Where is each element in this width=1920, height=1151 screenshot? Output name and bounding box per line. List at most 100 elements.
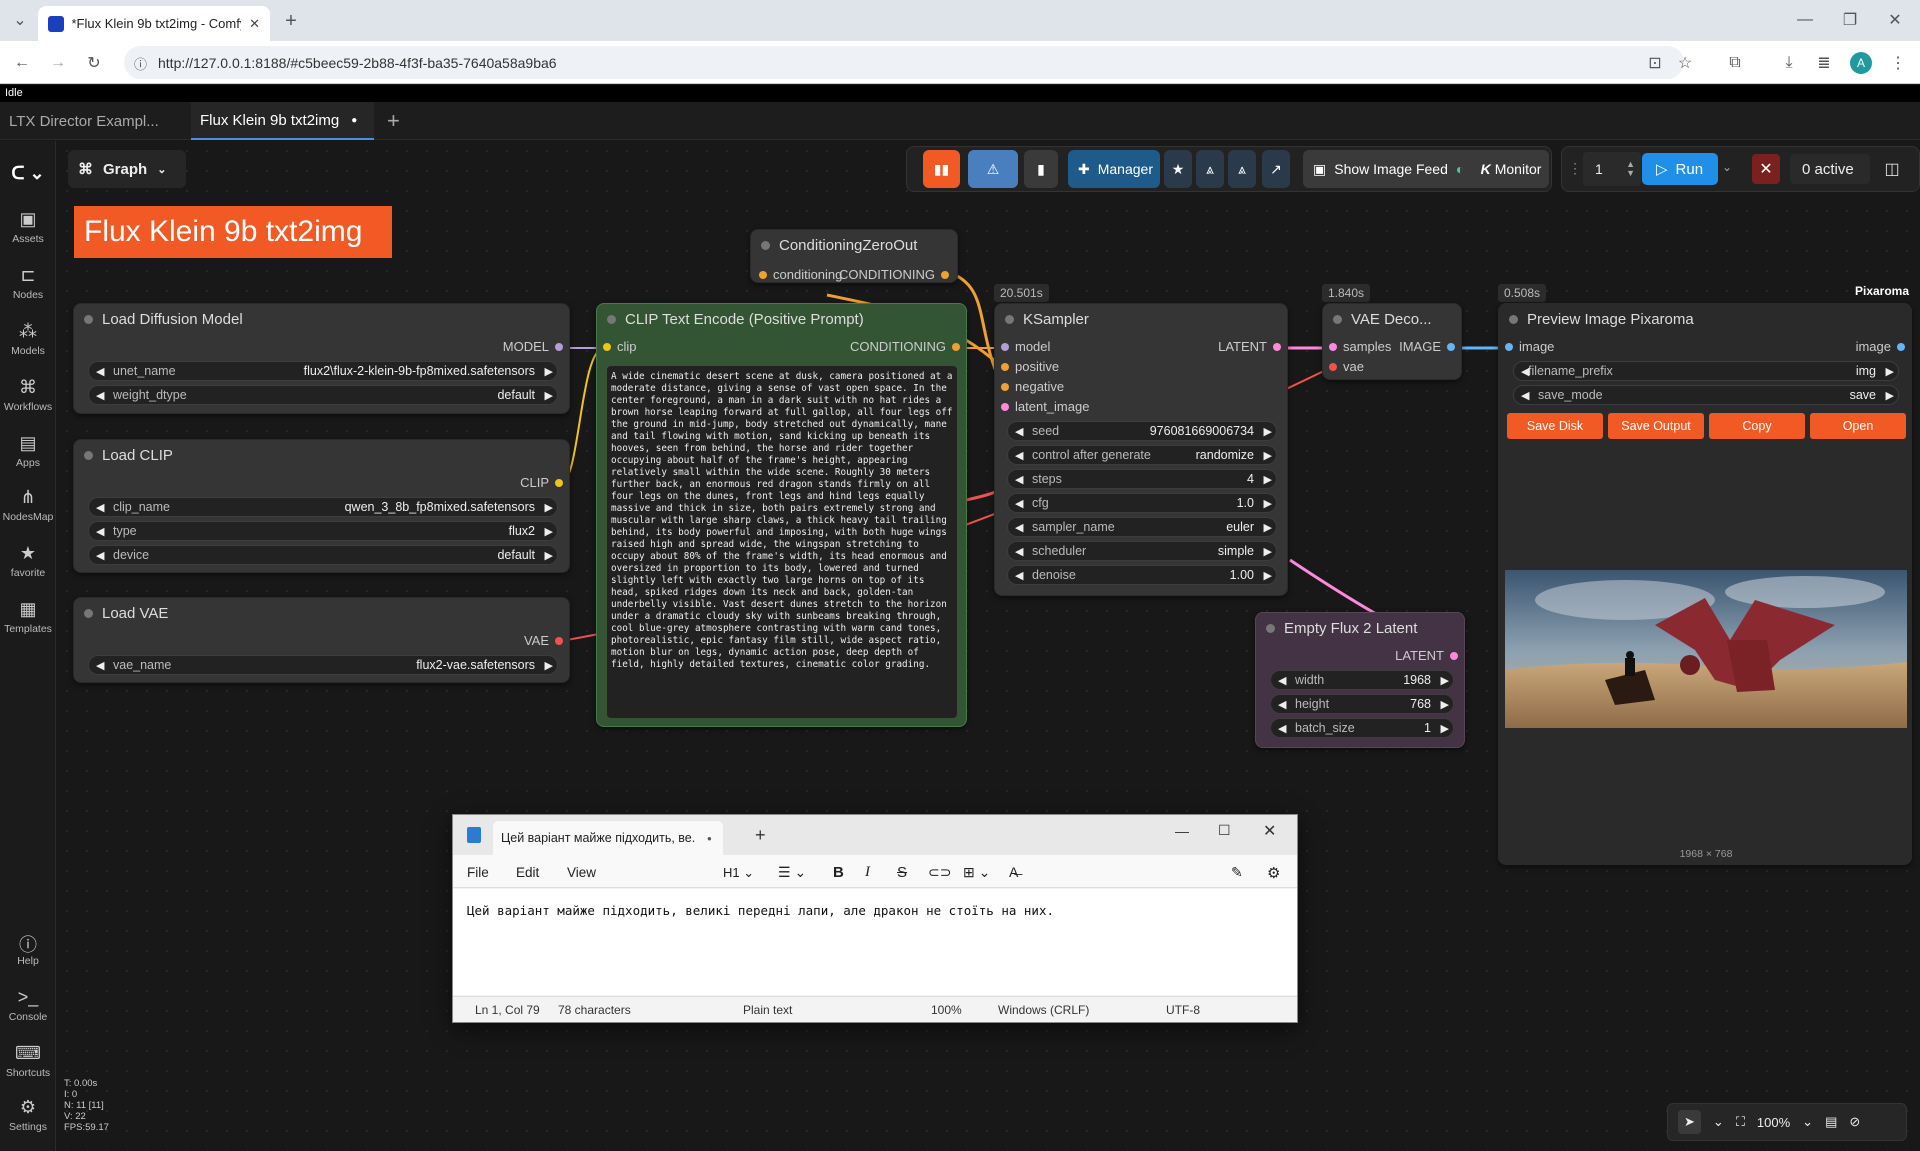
input-vae[interactable]: vae xyxy=(1329,359,1364,374)
save-output-button[interactable]: Save Output xyxy=(1608,413,1704,439)
close-icon[interactable]: ✕ xyxy=(1263,821,1276,841)
node-load-diffusion-model[interactable]: Load Diffusion Model MODEL unet_name flux… xyxy=(73,303,570,414)
widget-scheduler[interactable]: scheduler simple xyxy=(1007,541,1277,561)
chevron-down-icon[interactable]: ⌄ xyxy=(1802,1114,1813,1130)
cancel-queue-icon[interactable]: ✕ xyxy=(1752,154,1780,184)
preview-image[interactable] xyxy=(1505,570,1907,728)
lab-icon[interactable]: ⩓ xyxy=(1196,150,1224,188)
node-ksampler[interactable]: KSampler LATENT model positive negative … xyxy=(994,303,1288,596)
node-preview-image-pixaroma[interactable]: Preview Image Pixaroma image image filen… xyxy=(1498,303,1912,865)
menu-view[interactable]: View xyxy=(567,865,596,880)
node-title: Load CLIP xyxy=(74,440,569,470)
widget-clip-name[interactable]: clip_name qwen_3_8b_fp8mixed.safetensors xyxy=(88,497,558,517)
notepad-tab[interactable]: Цей варіант майже підходить, ве. ● xyxy=(493,821,723,855)
minimap-icon[interactable]: ▤ xyxy=(1825,1114,1837,1130)
save-disk-button[interactable]: Save Disk xyxy=(1507,413,1603,439)
bold-icon[interactable]: B xyxy=(833,864,844,881)
fit-view-icon[interactable]: ⛶ xyxy=(1736,1114,1745,1130)
widget-seed[interactable]: seed 976081669006734 xyxy=(1007,421,1277,441)
node-conditioning-zero-out[interactable]: ConditioningZeroOut conditioning CONDITI… xyxy=(750,229,958,283)
new-tab-icon[interactable]: + xyxy=(755,825,766,846)
workflow-title-banner[interactable]: Flux Klein 9b txt2img xyxy=(74,206,392,258)
widget-control-after-generate[interactable]: control after generate randomize xyxy=(1007,445,1277,465)
widget-cfg[interactable]: cfg 1.0 xyxy=(1007,493,1277,513)
node-load-vae[interactable]: Load VAE VAE vae_name flux2-vae.safetenso… xyxy=(73,597,570,683)
notepad-editor[interactable]: Цей варіант майже підходить, великі пере… xyxy=(453,889,1297,995)
widget-width[interactable]: width 1968 xyxy=(1270,670,1454,690)
logo-icon[interactable]: ⚠ xyxy=(968,150,1018,188)
output-conditioning[interactable]: CONDITIONING xyxy=(850,339,960,354)
widget-batch-size[interactable]: batch_size 1 xyxy=(1270,718,1454,738)
strikethrough-icon[interactable]: S xyxy=(897,864,907,881)
zoom-level[interactable]: 100% xyxy=(1757,1115,1790,1130)
clear-formatting-icon[interactable]: A̶ xyxy=(1009,864,1018,880)
node-empty-flux2-latent[interactable]: Empty Flux 2 Latent LATENT width 1968 hei… xyxy=(1255,612,1465,748)
input-negative[interactable]: negative xyxy=(1001,379,1064,394)
input-conditioning[interactable]: conditioning xyxy=(759,267,842,282)
input-samples[interactable]: samples xyxy=(1329,339,1391,354)
panel-toggle-icon[interactable]: ◫ xyxy=(1879,156,1905,182)
copy-button[interactable]: Copy xyxy=(1709,413,1805,439)
hide-links-icon[interactable]: ⊘ xyxy=(1849,1114,1860,1130)
input-latent-image[interactable]: latent_image xyxy=(1001,399,1089,414)
widget-type[interactable]: type flux2 xyxy=(88,521,558,541)
puzzle-icon: ✚ xyxy=(1078,160,1090,177)
copilot-icon[interactable]: ✎ xyxy=(1231,864,1243,881)
italic-icon[interactable]: I xyxy=(865,864,870,881)
star-icon[interactable]: ★ xyxy=(1164,150,1192,188)
input-clip[interactable]: clip xyxy=(603,339,637,354)
status-eol: Windows (CRLF) xyxy=(998,1003,1090,1017)
output-image[interactable]: image xyxy=(1856,339,1905,354)
run-options-chevron-icon[interactable]: ⌄ xyxy=(1722,160,1732,174)
widget-height[interactable]: height 768 xyxy=(1270,694,1454,714)
run-button[interactable]: ▷ Run xyxy=(1642,153,1718,185)
output-conditioning[interactable]: CONDITIONING xyxy=(839,267,949,282)
menu-edit[interactable]: Edit xyxy=(516,865,539,880)
output-vae[interactable]: VAE xyxy=(524,633,563,648)
table-icon[interactable]: ⊞ ⌄ xyxy=(963,864,990,881)
node-vae-decode[interactable]: VAE Deco... samples vae IMAGE xyxy=(1322,303,1462,380)
minimize-icon[interactable]: — xyxy=(1175,823,1189,839)
bookmark-icon[interactable]: ▮ xyxy=(1024,150,1058,188)
settings-gear-icon[interactable]: ⚙ xyxy=(1267,864,1280,882)
active-queue-button[interactable]: 0 active xyxy=(1790,154,1870,184)
widget-value: flux2\flux-2-klein-9b-fp8mixed.safetenso… xyxy=(303,364,535,378)
heading-dropdown[interactable]: H1 ⌄ xyxy=(723,865,754,881)
graph-mode-selector[interactable]: ⌘ Graph ⌄ xyxy=(68,150,186,188)
output-clip[interactable]: CLIP xyxy=(520,475,563,490)
queue-count-input[interactable]: 1 ▲ ▼ xyxy=(1583,152,1641,186)
widget-unet-name[interactable]: unet_name flux2\flux-2-klein-9b-fp8mixed.… xyxy=(88,361,558,381)
node-clip-text-encode[interactable]: CLIP Text Encode (Positive Prompt) clip … xyxy=(596,303,967,727)
lab2-icon[interactable]: ⩓ xyxy=(1228,150,1256,188)
input-image[interactable]: image xyxy=(1505,339,1554,354)
output-image[interactable]: IMAGE xyxy=(1399,339,1455,354)
chevron-down-icon[interactable]: ⌄ xyxy=(1713,1114,1724,1130)
widget-save-mode[interactable]: save_mode save xyxy=(1513,385,1899,405)
widget-denoise[interactable]: denoise 1.00 xyxy=(1007,565,1277,585)
share-icon[interactable]: ↗ xyxy=(1262,150,1290,188)
pixaroma-icon[interactable]: ▮▮ xyxy=(923,150,960,188)
monitor-button[interactable]: K Monitor xyxy=(1473,150,1549,188)
maximize-icon[interactable]: ☐ xyxy=(1218,822,1231,839)
widget-device[interactable]: device default xyxy=(88,545,558,565)
manager-button[interactable]: ✚ Manager xyxy=(1068,150,1160,188)
select-tool-icon[interactable]: ➤ xyxy=(1678,1110,1701,1134)
widget-filename-prefix[interactable]: filename_prefix img xyxy=(1513,361,1899,381)
menu-file[interactable]: File xyxy=(467,865,489,880)
widget-label: width xyxy=(1295,673,1325,687)
input-positive[interactable]: positive xyxy=(1001,359,1059,374)
widget-vae-name[interactable]: vae_name flux2-vae.safetensors xyxy=(88,655,558,675)
output-latent[interactable]: LATENT xyxy=(1395,648,1458,663)
widget-label: unet_name xyxy=(113,364,176,378)
node-load-clip[interactable]: Load CLIP CLIP clip_name qwen_3_8b_fp8mix… xyxy=(73,439,570,573)
input-model[interactable]: model xyxy=(1001,339,1050,354)
widget-sampler-name[interactable]: sampler_name euler xyxy=(1007,517,1277,537)
list-icon[interactable]: ☰ ⌄ xyxy=(778,864,806,881)
widget-weight-dtype[interactable]: weight_dtype default xyxy=(88,385,558,405)
output-model[interactable]: MODEL xyxy=(503,339,563,354)
output-latent[interactable]: LATENT xyxy=(1218,339,1281,354)
link-icon[interactable]: ⊂⊃ xyxy=(928,864,951,881)
widget-steps[interactable]: steps 4 xyxy=(1007,469,1277,489)
open-button[interactable]: Open xyxy=(1810,413,1906,439)
prompt-textarea[interactable]: A wide cinematic desert scene at dusk, c… xyxy=(607,366,957,718)
